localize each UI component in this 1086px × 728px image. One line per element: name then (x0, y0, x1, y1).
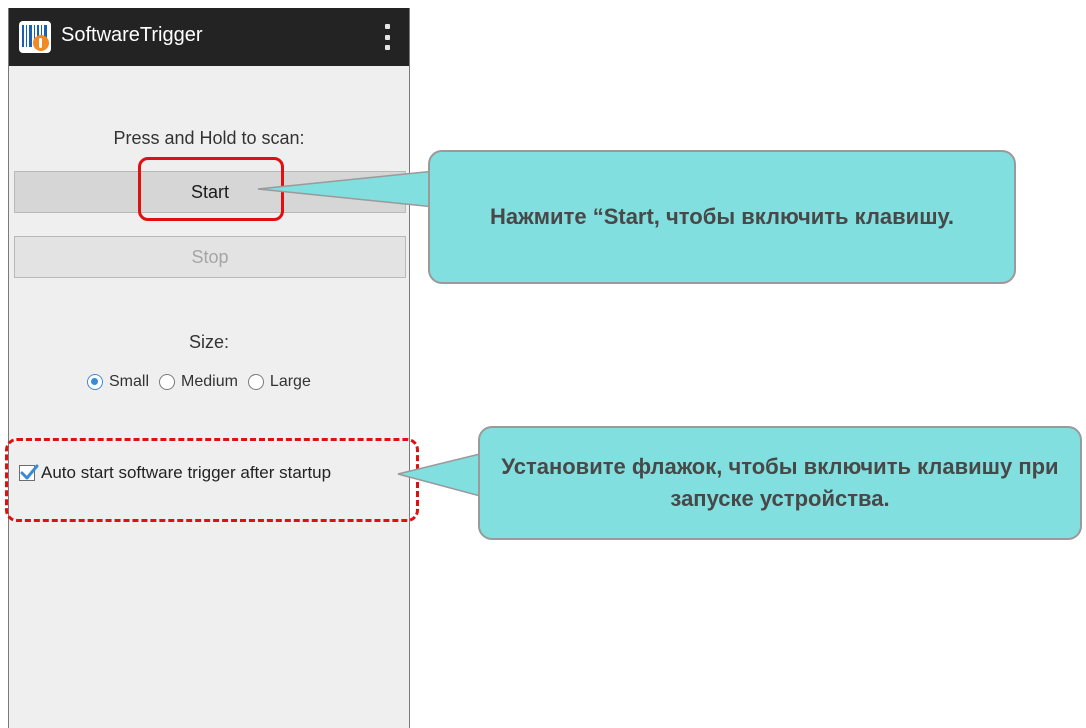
start-callout: Нажмите “Start, чтобы включить клавишу. (428, 150, 1016, 284)
start-callout-text: Нажмите “Start, чтобы включить клавишу. (490, 204, 954, 229)
autostart-callout: Установите флажок, чтобы включить клавиш… (478, 426, 1082, 540)
callout-1-pointer (257, 170, 436, 208)
autostart-callout-text: Установите флажок, чтобы включить клавиш… (501, 454, 1059, 511)
callout-2-pointer (397, 452, 485, 498)
callout-pointers (257, 170, 485, 498)
